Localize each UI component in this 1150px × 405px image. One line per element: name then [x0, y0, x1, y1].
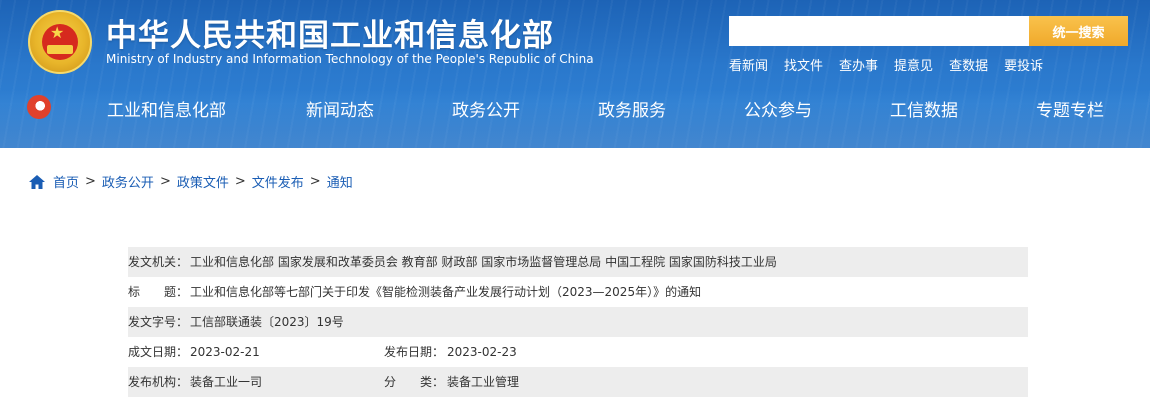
breadcrumb: 首页 > 政务公开 > 政策文件 > 文件发布 > 通知 [29, 172, 353, 191]
quick-link-files[interactable]: 找文件 [784, 55, 823, 74]
title-value: 工业和信息化部等七部门关于印发《智能检测装备产业发展行动计划（2023—2025… [190, 285, 702, 299]
site-title-en: Ministry of Industry and Information Tec… [106, 52, 594, 66]
issuer-value: 工业和信息化部 国家发展和改革委员会 教育部 财政部 国家市场监督管理总局 中国… [190, 255, 777, 269]
breadcrumb-gov-affairs[interactable]: 政务公开 [102, 172, 154, 191]
issuer-label: 发文机关： [128, 255, 189, 269]
org-value: 装备工业一司 [190, 375, 263, 389]
org-label: 发布机构： [128, 375, 189, 389]
nav-item-special-topics[interactable]: 专题专栏 [1036, 96, 1104, 121]
main-nav: 工业和信息化部 新闻动态 政务公开 政务服务 公众参与 工信数据 专题专栏 [74, 96, 1150, 124]
published-date-value: 2023-02-23 [447, 345, 517, 359]
emblem-gate-icon [47, 45, 73, 54]
site-header: ★ 中华人民共和国工业和信息化部 Ministry of Industry an… [0, 0, 1150, 148]
doc-no-label: 发文字号： [128, 315, 189, 329]
created-date-value: 2023-02-21 [190, 345, 260, 359]
nav-item-data[interactable]: 工信数据 [890, 96, 958, 121]
search-input[interactable] [729, 16, 1029, 46]
nav-item-gov-services[interactable]: 政务服务 [598, 96, 666, 121]
breadcrumb-file-release[interactable]: 文件发布 [252, 172, 304, 191]
nav-item-news[interactable]: 新闻动态 [306, 96, 374, 121]
doc-no-value: 工信部联通装〔2023〕19号 [190, 315, 344, 329]
quick-link-news[interactable]: 看新闻 [729, 55, 768, 74]
home-icon[interactable] [29, 174, 45, 189]
category-label: 分 类： [384, 375, 445, 389]
created-date-label: 成文日期： [128, 345, 189, 359]
site-title-cn[interactable]: 中华人民共和国工业和信息化部 [106, 10, 554, 55]
breadcrumb-separator: > [309, 174, 321, 189]
quick-link-feedback[interactable]: 提意见 [894, 55, 933, 74]
breadcrumb-home[interactable]: 首页 [53, 172, 79, 191]
nav-item-ministry[interactable]: 工业和信息化部 [107, 96, 226, 121]
category-value: 装备工业管理 [447, 375, 520, 389]
miit-logo-icon[interactable] [27, 95, 51, 119]
breadcrumb-separator: > [159, 174, 171, 189]
breadcrumb-notice[interactable]: 通知 [327, 172, 353, 191]
nav-item-public-participation[interactable]: 公众参与 [744, 96, 812, 121]
breadcrumb-separator: > [234, 174, 246, 189]
meta-row-issuer: 发文机关： 工业和信息化部 国家发展和改革委员会 教育部 财政部 国家市场监督管… [128, 247, 1028, 277]
meta-row-dates: 成文日期： 2023-02-21 发布日期： 2023-02-23 [128, 337, 1028, 367]
meta-row-title: 标 题： 工业和信息化部等七部门关于印发《智能检测装备产业发展行动计划（2023… [128, 277, 1028, 307]
meta-row-org: 发布机构： 装备工业一司 分 类： 装备工业管理 [128, 367, 1028, 397]
quick-links: 看新闻 找文件 查办事 提意见 查数据 要投诉 [729, 55, 1043, 74]
unified-search-button[interactable]: 统一搜索 [1029, 16, 1128, 46]
nav-item-gov-affairs[interactable]: 政务公开 [452, 96, 520, 121]
meta-row-doc-no: 发文字号： 工信部联通装〔2023〕19号 [128, 307, 1028, 337]
quick-link-data[interactable]: 查数据 [949, 55, 988, 74]
quick-link-complaint[interactable]: 要投诉 [1004, 55, 1043, 74]
published-date-label: 发布日期： [384, 345, 445, 359]
title-label: 标 题： [128, 285, 189, 299]
emblem-star-icon: ★ [50, 23, 65, 42]
document-meta-table: 发文机关： 工业和信息化部 国家发展和改革委员会 教育部 财政部 国家市场监督管… [128, 247, 1028, 397]
breadcrumb-separator: > [85, 174, 96, 189]
quick-link-services[interactable]: 查办事 [839, 55, 878, 74]
national-emblem-icon[interactable]: ★ [28, 10, 92, 74]
breadcrumb-policy-docs[interactable]: 政策文件 [177, 172, 229, 191]
